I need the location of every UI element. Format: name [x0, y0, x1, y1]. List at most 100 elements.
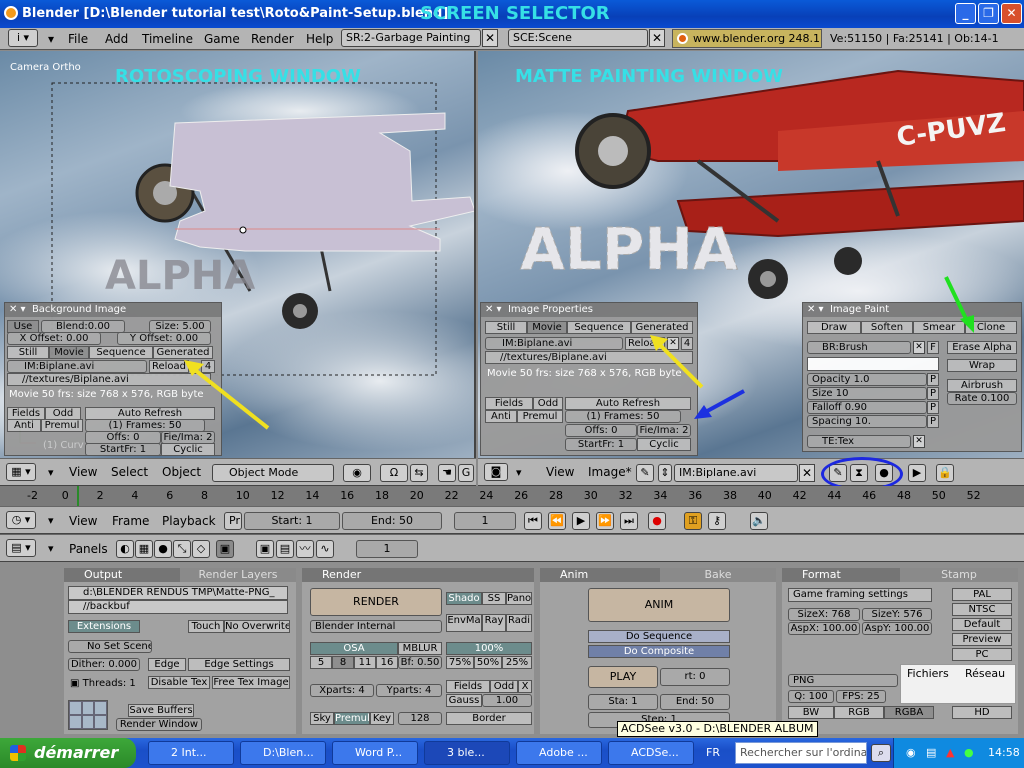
- menu-object[interactable]: Object: [162, 465, 201, 479]
- spacing-slider[interactable]: Spacing 10.: [807, 415, 927, 428]
- draw-type-icon[interactable]: ◉: [343, 464, 371, 482]
- anti-button[interactable]: Anti: [7, 419, 41, 432]
- quality-field[interactable]: Q: 100: [788, 690, 834, 703]
- rgb-button[interactable]: RGB: [834, 706, 884, 719]
- no-set-scene-field[interactable]: No Set Scene: [68, 640, 152, 653]
- do-composite-button[interactable]: Do Composite: [588, 645, 730, 658]
- maximize-button[interactable]: ❐: [978, 3, 999, 24]
- touch-button[interactable]: Touch: [188, 620, 224, 633]
- screen-selector[interactable]: SR:2-Garbage Painting: [341, 29, 481, 47]
- panel-collapse-icon[interactable]: ✕ ▾: [9, 304, 26, 315]
- task-adobe[interactable]: Adobe ...: [516, 741, 602, 765]
- bake-tab[interactable]: Bake: [660, 568, 776, 582]
- unlink-image-button[interactable]: ✕: [799, 464, 815, 482]
- file-format-select[interactable]: PNG: [788, 674, 898, 687]
- task-acdsee[interactable]: ACDSe...: [608, 741, 694, 765]
- tab-still[interactable]: Still: [485, 321, 527, 334]
- fields-button[interactable]: Fields: [446, 680, 490, 693]
- timeline-window-type-icon[interactable]: ◷ ▾: [6, 511, 36, 529]
- task-explorer[interactable]: D:\Blen...: [240, 741, 326, 765]
- chevron-down-icon[interactable]: ▾: [516, 466, 522, 479]
- cyclic-button[interactable]: Cyclic: [637, 438, 691, 451]
- image-properties-header[interactable]: ✕ ▾ Image Properties: [481, 303, 697, 317]
- timeline-ruler[interactable]: -2 0 2 4 6 8 10 12 14 16 18 20 22 24 26 28 30 32 34 36 38 40 4…: [0, 486, 1024, 506]
- start-frame-field[interactable]: Start: 1: [244, 512, 340, 530]
- anim-button[interactable]: ANIM: [588, 588, 730, 622]
- rate-field[interactable]: Rate 0.100: [947, 392, 1017, 405]
- preset-pal-button[interactable]: PAL: [952, 588, 1012, 601]
- object-mode-select[interactable]: Object Mode: [212, 464, 334, 482]
- odd-button[interactable]: Odd: [533, 397, 563, 410]
- manipulator-icon[interactable]: ⇆: [410, 464, 428, 482]
- fields-button[interactable]: Fields: [485, 397, 533, 410]
- chevron-down-icon[interactable]: ▾: [48, 466, 54, 479]
- window-title-bar[interactable]: Blender [D:\Blender tutorial test\Roto&P…: [0, 0, 1024, 28]
- reseau-label[interactable]: Réseau: [965, 667, 1005, 680]
- aspy-field[interactable]: AspY: 100.00: [862, 622, 932, 635]
- x-offset-field[interactable]: X Offset: 0.00: [7, 332, 101, 345]
- jump-end-icon[interactable]: ⏭: [620, 512, 638, 530]
- preset-ntsc-button[interactable]: NTSC: [952, 603, 1012, 616]
- bit-depth-select[interactable]: 128: [398, 712, 442, 725]
- script-icon[interactable]: ▦: [135, 540, 153, 558]
- opacity-slider[interactable]: Opacity 1.0: [807, 373, 927, 386]
- menu-view[interactable]: View: [69, 514, 97, 528]
- sound-icon[interactable]: 〰: [296, 540, 314, 558]
- size-pressure-button[interactable]: P: [927, 387, 939, 400]
- ss-button[interactable]: SS: [482, 592, 506, 605]
- image-block-field[interactable]: IM:Biplane.avi: [7, 360, 147, 373]
- aspx-field[interactable]: AspX: 100.00: [788, 622, 860, 635]
- free-tex-image-button[interactable]: Free Tex Image: [212, 676, 290, 689]
- scene-icon[interactable]: ▣: [216, 540, 234, 558]
- pano-button[interactable]: Pano: [506, 592, 532, 605]
- buttons-window-type-icon[interactable]: ▤ ▾: [6, 539, 36, 557]
- image-block-field[interactable]: IM:Biplane.avi: [485, 337, 623, 350]
- panel-collapse-icon[interactable]: ✕ ▾: [807, 304, 824, 315]
- play-icon[interactable]: ▶: [572, 512, 590, 530]
- menu-select[interactable]: Select: [111, 465, 148, 479]
- language-indicator[interactable]: FR: [706, 746, 720, 759]
- info-window-type-icon[interactable]: i ▾: [8, 29, 38, 47]
- texture-block-field[interactable]: TE:Tex: [807, 435, 911, 448]
- dither-field[interactable]: Dither: 0.000: [68, 658, 140, 671]
- security-icon[interactable]: ▲: [946, 746, 954, 759]
- gauss-select[interactable]: Gauss: [446, 694, 482, 707]
- frame-number-field[interactable]: 1: [356, 540, 418, 558]
- bw-button[interactable]: BW: [788, 706, 834, 719]
- render-engine-select[interactable]: Blender Internal: [310, 620, 442, 633]
- sky-button[interactable]: Sky: [310, 712, 334, 725]
- osa-16-button[interactable]: 16: [376, 656, 398, 669]
- fichiers-label[interactable]: Fichiers: [907, 667, 949, 680]
- image-browse-icon[interactable]: ⇕: [658, 464, 672, 482]
- startfr-field[interactable]: StartFr: 1: [565, 438, 637, 451]
- sizex-field[interactable]: SizeX: 768: [788, 608, 860, 621]
- border-button[interactable]: Border: [446, 712, 532, 725]
- anim-playback-icon[interactable]: ▤: [276, 540, 294, 558]
- cyclic-button[interactable]: Cyclic: [161, 443, 215, 456]
- menu-view[interactable]: View: [546, 465, 574, 479]
- game-framing-button[interactable]: Game framing settings: [788, 588, 932, 602]
- osa-8-button[interactable]: 8: [332, 656, 354, 669]
- close-button[interactable]: ✕: [1001, 3, 1022, 24]
- background-image-panel-header[interactable]: ✕ ▾ Background Image: [5, 303, 221, 317]
- image-paint-header[interactable]: ✕ ▾ Image Paint: [803, 303, 1021, 317]
- mblur-button[interactable]: MBLUR: [398, 642, 442, 655]
- prev-key-icon[interactable]: ⏪: [548, 512, 566, 530]
- anim-tab[interactable]: Anim: [540, 568, 660, 582]
- chevron-down-icon[interactable]: ▾: [48, 514, 54, 527]
- desktop-search-input[interactable]: Rechercher sur l'ordinateur: [735, 742, 867, 764]
- ray-button[interactable]: Ray: [482, 614, 506, 632]
- search-icon[interactable]: ⌕: [871, 744, 891, 762]
- global-orientation-icon[interactable]: G: [458, 464, 474, 482]
- network-icon[interactable]: ◉: [906, 746, 916, 759]
- odd-button[interactable]: Odd: [490, 680, 518, 693]
- preset-default-button[interactable]: Default: [952, 618, 1012, 631]
- render-button[interactable]: RENDER: [310, 588, 442, 616]
- premul-button[interactable]: Premul: [334, 712, 370, 725]
- radiosity-button[interactable]: Radi: [506, 614, 532, 632]
- disable-tex-button[interactable]: Disable Tex: [148, 676, 210, 689]
- x-button[interactable]: X: [518, 680, 532, 693]
- falloff-pressure-button[interactable]: P: [927, 401, 939, 414]
- sizey-field[interactable]: SizeY: 576: [862, 608, 932, 621]
- premul-button[interactable]: Premul: [517, 410, 563, 423]
